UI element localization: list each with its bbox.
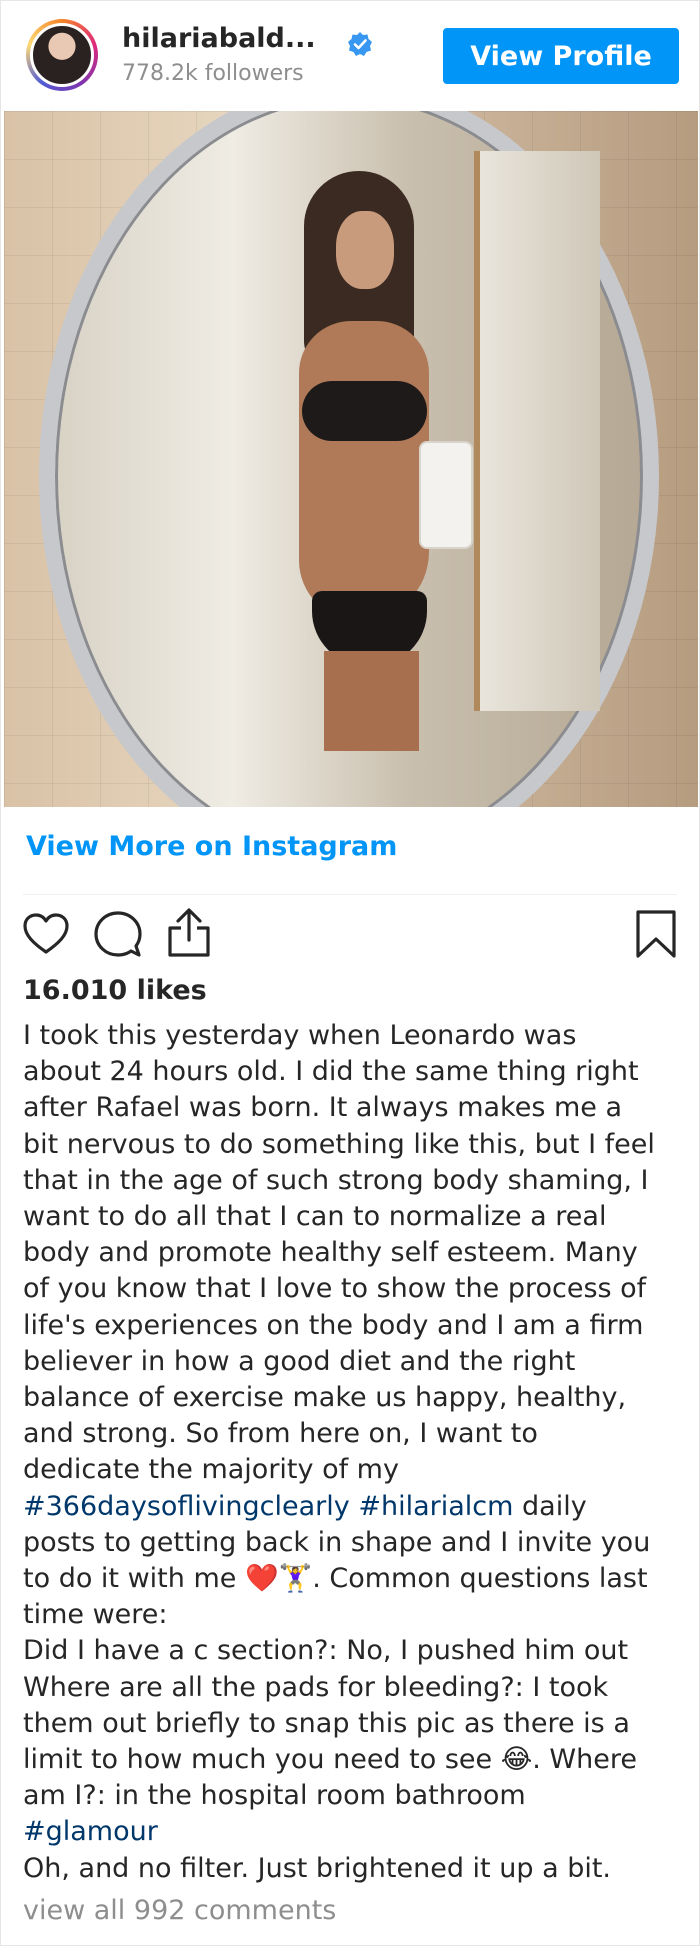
verified-badge-icon [348,32,372,56]
view-profile-button[interactable]: View Profile [443,28,679,84]
heart-icon[interactable] [21,909,71,959]
door [474,151,600,711]
post-photo[interactable] [4,111,698,807]
hashtag-link[interactable]: #glamour [23,1816,158,1847]
username[interactable]: hilariabald... [122,23,316,54]
phone [419,441,473,549]
comment-icon[interactable] [93,909,143,959]
instagram-embed-card: hilariabald... 778.2k followers View Pro… [0,0,700,1946]
view-all-comments-link[interactable]: view all 992 comments [23,1895,336,1926]
like-count[interactable]: 16.010 likes [23,975,207,1006]
person-figure [264,171,473,751]
post-caption: I took this yesterday when Leonardo was … [23,1020,655,1884]
hashtag-link[interactable]: #hilarialcm [358,1491,513,1522]
avatar[interactable] [26,19,98,91]
view-more-on-instagram-link[interactable]: View More on Instagram [26,831,397,862]
bookmark-icon[interactable] [634,909,678,959]
divider [23,894,677,895]
post-header: hilariabald... 778.2k followers View Pro… [1,1,699,111]
avatar-image [30,23,94,87]
hashtag-link[interactable]: #366daysoflivingclearly [23,1491,350,1522]
follower-count: 778.2k followers [122,61,304,86]
share-icon[interactable] [164,907,214,959]
